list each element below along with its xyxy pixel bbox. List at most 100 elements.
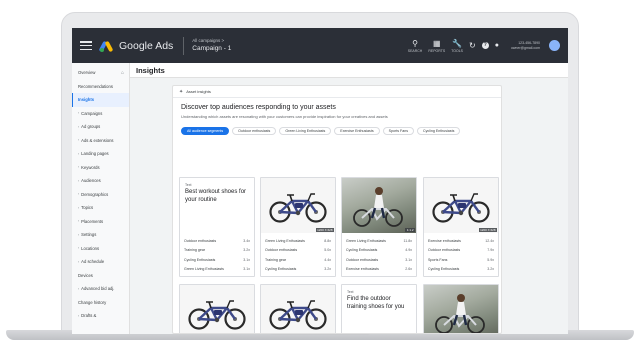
sidebar-item-label: Advanced bid adj. [81, 286, 115, 292]
search-button[interactable]: ⚲ SEARCH [408, 39, 423, 53]
asset-tile[interactable]: 1200 X 628 Green Living Enthusiasts 8.8x Ou… [260, 177, 336, 277]
sidebar-item[interactable]: › Placements [72, 215, 129, 229]
sidebar-item[interactable]: › Campaigns [72, 107, 129, 121]
sidebar-item-label: Demographics [81, 191, 109, 197]
asset-tile[interactable]: 1200 X 628 [179, 284, 255, 333]
top-app-bar: Google Ads All campaigns > Campaign - 1 … [72, 28, 568, 63]
sidebar-item-label: Settings [81, 232, 97, 238]
stat-audience: Sports Fans [428, 257, 448, 262]
audience-stats: Exercise enthusiasts 12.4x Outdoor enthusi… [424, 233, 498, 276]
screen: Google Ads All campaigns > Campaign - 1 … [72, 28, 568, 334]
stat-row: Outdoor enthusiasts 3.1x [346, 255, 412, 265]
page-title: Insights [136, 66, 165, 75]
stat-value: 3.1x [405, 257, 412, 262]
notifications-icon[interactable]: ● [495, 42, 499, 49]
stat-audience: Exercise enthusiasts [346, 267, 379, 272]
asset-tile[interactable]: 1200 X 628 [260, 284, 336, 333]
sidebar-item[interactable]: › Ad schedule [72, 255, 129, 269]
sidebar-item[interactable]: › Advanced bid adj. [72, 282, 129, 296]
audience-chip[interactable]: Cycling Enthusiasts [417, 127, 461, 135]
sidebar-item-label: Drafts & [81, 313, 97, 319]
reports-button[interactable]: ▦ REPORTS [428, 39, 445, 53]
campaign-name: Campaign - 1 [192, 44, 232, 52]
sidebar-item[interactable]: › Demographics [72, 188, 129, 202]
sidebar-item[interactable]: › Settings [72, 228, 129, 242]
ad-text: Best workout shoes for your routine [185, 189, 247, 203]
sidebar-item[interactable]: › Locations [72, 242, 129, 256]
audience-chip[interactable]: All audience segments [181, 127, 230, 135]
sidebar-item[interactable]: Devices [72, 269, 129, 283]
hamburger-menu-icon[interactable] [80, 41, 92, 50]
sidebar-item-label: Recommendations [78, 83, 113, 89]
reports-label: REPORTS [428, 48, 446, 53]
asset-tile[interactable]: Text Best workout shoes for your routine O… [179, 177, 255, 277]
topbar-tools: ⚲ SEARCH ▦ REPORTS 🔧 TOOLS ↻ ? ● 123-456… [408, 28, 560, 63]
rider-photo: 1:1.2 [342, 178, 416, 233]
stat-audience: Outdoor enthusiasts [346, 257, 379, 262]
sidebar-item[interactable]: › Ads & extensions [72, 134, 129, 148]
stat-audience: Outdoor enthusiasts [265, 248, 298, 253]
stat-value: 3.2x [243, 248, 250, 253]
avatar[interactable] [549, 40, 560, 51]
stat-audience: Training gear [184, 248, 206, 253]
sidebar-item[interactable]: Insights [72, 93, 129, 107]
tools-button[interactable]: 🔧 TOOLS [451, 39, 463, 53]
stat-row: Green Living Enthusiasts 11.8x [346, 236, 412, 246]
image-dimensions: 1200 X 628 [478, 228, 497, 232]
bike-image: 1200 X 628 [261, 285, 335, 333]
asset-type-label: Text [185, 183, 192, 187]
stat-value: 5.0x [324, 248, 331, 253]
chevron-right-icon: › [78, 111, 80, 116]
stat-row: Exercise enthusiasts 12.4x [428, 236, 494, 246]
chevron-right-icon: › [78, 219, 80, 224]
help-icon[interactable]: ? [481, 42, 489, 49]
audience-chip[interactable]: Exercise Enthusiasts [334, 127, 380, 135]
asset-tile[interactable]: Text Find the outdoor training shoes for … [341, 284, 417, 333]
sidebar-item[interactable]: › Keywords [72, 161, 129, 175]
chevron-right-icon: › [78, 178, 80, 183]
sidebar-item[interactable]: › Ad groups [72, 120, 129, 134]
stat-audience: Outdoor enthusiasts [428, 248, 461, 253]
home-icon[interactable]: ⌂ [121, 70, 124, 76]
stat-audience: Green Living Enthusiasts [346, 238, 386, 243]
sidebar-item-label: Landing pages [81, 151, 109, 157]
stat-row: Sports Fans 5.9x [428, 255, 494, 265]
stat-value: 5.9x [487, 257, 494, 262]
account-info[interactable]: 123-456-7890 owner@gmail.com [511, 41, 540, 51]
chevron-right-icon: › [78, 313, 80, 318]
image-dimensions: 1200 X 628 [315, 228, 334, 232]
sidebar-item[interactable]: Recommendations [72, 80, 129, 94]
audience-chip[interactable]: Sports Fans [382, 127, 415, 135]
stat-value: 2.6x [405, 267, 412, 272]
stat-row: Cycling Enthusiasts 3.2x [428, 265, 494, 275]
stat-row: Exercise enthusiasts 2.6x [346, 265, 412, 275]
audience-stats: Green Living Enthusiasts 8.8x Outdoor enth… [261, 233, 335, 276]
chevron-right-icon: › [78, 246, 80, 251]
stat-row: Cycling Enthusiasts 4.9x [346, 246, 412, 256]
audience-chip[interactable]: Outdoor enthusiasts [232, 127, 277, 135]
stat-value: 8.8x [324, 238, 331, 243]
campaign-scope: All campaigns > [192, 38, 225, 43]
asset-tile[interactable]: 1200 X 628 [423, 284, 499, 333]
refresh-icon[interactable]: ↻ [469, 41, 476, 50]
stat-value: 3.4x [243, 238, 250, 243]
sidebar-item[interactable]: Change history [72, 296, 129, 310]
asset-tile[interactable]: 1200 X 628 Exercise enthusiasts 12.4x Outdo… [423, 177, 499, 277]
asset-tile[interactable]: 1:1.2 Green Living Enthusiasts 11.8x Cyclin… [341, 177, 417, 277]
topbar-divider [183, 36, 185, 55]
sidebar-item[interactable]: › Drafts & [72, 309, 129, 323]
sidebar-item[interactable]: › Topics [72, 201, 129, 215]
sidebar-item[interactable]: › Landing pages [72, 147, 129, 161]
sidebar-item-label: Keywords [81, 164, 100, 170]
sidebar-item-label: Ads & extensions [81, 137, 114, 143]
stat-audience: Training gear [265, 257, 287, 262]
sidebar-item[interactable]: › Audiences [72, 174, 129, 188]
sidebar-item-label: Overview [78, 70, 96, 76]
stat-value: 3.1x [243, 257, 250, 262]
stat-value: 4.9x [405, 248, 412, 253]
audience-chip[interactable]: Green Living Enthusiasts [279, 127, 332, 135]
sidebar-item[interactable]: Overview ⌂ [72, 66, 129, 80]
chevron-right-icon: › [78, 259, 80, 264]
campaign-selector[interactable]: All campaigns > Campaign - 1 [192, 38, 232, 52]
stat-audience: Cycling Enthusiasts [265, 267, 297, 272]
